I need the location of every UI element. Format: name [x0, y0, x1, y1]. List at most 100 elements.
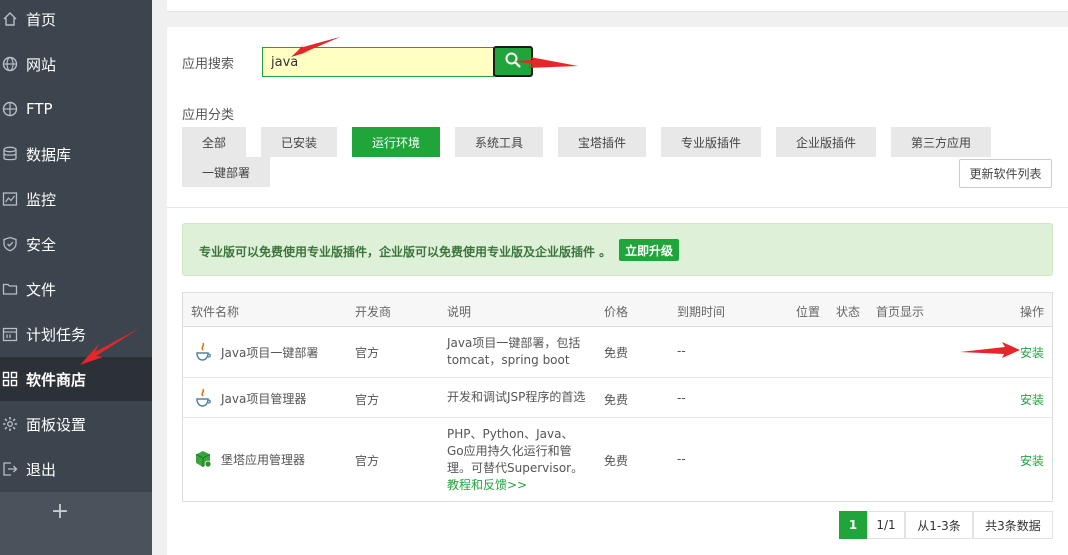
sidebar-item-label: 首页 [26, 10, 57, 29]
sidebar-item-home[interactable]: 首页 [0, 0, 152, 41]
category-bt-plugins-button[interactable]: 宝塔插件 [558, 127, 646, 157]
sidebar-item-store[interactable]: 软件商店 [0, 357, 152, 401]
app-expire: -- [677, 452, 686, 466]
top-panel [167, 0, 1068, 12]
header-action: 操作 [1019, 305, 1044, 319]
folder-icon [2, 281, 18, 297]
grid-icon [2, 371, 18, 387]
database-icon [2, 146, 18, 162]
cube-icon [193, 449, 213, 469]
category-all-button[interactable]: 全部 [182, 127, 246, 157]
sidebar-item-security[interactable]: 安全 [0, 222, 152, 266]
description-line: PHP、Python、Java、 [447, 427, 574, 441]
description-line: Java项目一键部署，包括 [447, 336, 581, 350]
description-line: 开发和调试JSP程序的首选 [447, 390, 586, 404]
category-runtime-button[interactable]: 运行环境 [352, 127, 440, 157]
app-description: 开发和调试JSP程序的首选 [447, 389, 585, 406]
upgrade-notice: 专业版可以免费使用专业版插件，企业版可以免费使用专业版及企业版插件 。 立即升级 [182, 223, 1053, 276]
header-developer: 开发商 [355, 305, 392, 319]
app-price: 免费 [604, 346, 629, 360]
header-home-display: 首页显示 [876, 305, 925, 319]
category-tools-button[interactable]: 系统工具 [455, 127, 543, 157]
page-range: 从1-3条 [905, 511, 973, 539]
monitor-icon [2, 191, 18, 207]
category-enterprise-plugins-button[interactable]: 企业版插件 [776, 127, 876, 157]
header-name[interactable]: 软件名称 [191, 303, 239, 320]
sidebar-item-label: 安全 [26, 235, 57, 254]
sidebar-item-cron[interactable]: 计划任务 [0, 312, 152, 356]
app-price: 免费 [604, 393, 629, 407]
category-label: 应用分类 [182, 108, 235, 123]
sidebar-item-label: 监控 [26, 190, 57, 209]
sidebar-item-label: FTP [26, 100, 53, 118]
sidebar-item-monitor[interactable]: 监控 [0, 177, 152, 221]
description-line: 理。可替代Supervisor。 [447, 461, 584, 475]
search-input[interactable] [262, 47, 494, 77]
app-developer: 官方 [355, 346, 380, 360]
page-total: 共3条数据 [973, 511, 1053, 539]
sidebar-item-files[interactable]: 文件 [0, 267, 152, 311]
app-expire: -- [677, 391, 686, 405]
header-price[interactable]: 价格 [604, 303, 628, 320]
search-icon [504, 51, 522, 72]
app-developer: 官方 [355, 454, 380, 468]
app-developer: 官方 [355, 393, 380, 407]
search-label: 应用搜索 [182, 57, 235, 72]
sidebar-item-label: 数据库 [26, 145, 72, 164]
java-icon [193, 388, 213, 408]
ftp-icon [2, 101, 18, 117]
app-description: PHP、Python、Java、 Go应用持久化运行和管 理。可替代Superv… [447, 426, 583, 494]
header-description: 说明 [447, 305, 472, 319]
shield-icon [2, 236, 18, 252]
table-row: 堡塔应用管理器 官方 PHP、Python、Java、 Go应用持久化运行和管 … [183, 418, 1052, 501]
page-count: 1/1 [867, 511, 905, 539]
table-header: 软件名称 开发商 说明 价格 到期时间 位置 状态 首页显示 操作 [183, 293, 1052, 327]
header-expire: 到期时间 [677, 305, 726, 319]
install-link[interactable]: 安装 [1020, 391, 1044, 408]
category-one-click-deploy-button[interactable]: 一键部署 [182, 157, 270, 187]
software-table: 软件名称 开发商 说明 价格 到期时间 位置 状态 首页显示 操作 Java项目… [182, 292, 1053, 502]
install-link[interactable]: 安装 [1020, 452, 1044, 469]
add-button[interactable]: + [50, 500, 70, 524]
install-link[interactable]: 安装 [1020, 344, 1044, 361]
sidebar-item-ftp[interactable]: FTP [0, 87, 152, 131]
sidebar-item-label: 软件商店 [26, 370, 87, 389]
description-line: Go应用持久化运行和管 [447, 444, 572, 458]
logout-icon [2, 461, 18, 477]
description-line: tomcat，spring boot [447, 353, 570, 367]
table-row: Java项目管理器 官方 开发和调试JSP程序的首选 免费 -- 安装 [183, 378, 1052, 418]
sidebar-item-logout[interactable]: 退出 [0, 447, 152, 491]
search-button[interactable] [493, 46, 533, 77]
app-price: 免费 [604, 454, 629, 468]
calendar-icon [2, 326, 18, 342]
sidebar-item-website[interactable]: 网站 [0, 42, 152, 86]
app-expire: -- [677, 344, 686, 358]
app-description: Java项目一键部署，包括 tomcat，spring boot [447, 335, 580, 369]
app-name: Java项目管理器 [221, 392, 307, 406]
category-third-party-button[interactable]: 第三方应用 [891, 127, 991, 157]
globe-icon [2, 56, 18, 72]
sidebar-item-label: 退出 [26, 460, 57, 479]
upgrade-now-button[interactable]: 立即升级 [619, 239, 679, 261]
category-installed-button[interactable]: 已安装 [261, 127, 337, 157]
sidebar-item-label: 网站 [26, 55, 57, 74]
divider [167, 207, 1068, 208]
tutorial-feedback-link[interactable]: 教程和反馈>> [447, 477, 583, 494]
app-name: Java项目一键部署 [221, 346, 319, 360]
sidebar-footer [0, 492, 152, 555]
header-status: 状态 [836, 305, 861, 319]
category-pro-plugins-button[interactable]: 专业版插件 [661, 127, 761, 157]
sidebar-item-label: 计划任务 [26, 325, 87, 344]
sidebar-item-database[interactable]: 数据库 [0, 132, 152, 176]
page-current-button[interactable]: 1 [839, 511, 867, 539]
header-location: 位置 [796, 305, 821, 319]
sidebar-item-label: 面板设置 [26, 415, 87, 434]
app-name: 堡塔应用管理器 [221, 453, 306, 467]
gear-icon [2, 416, 18, 432]
notice-text: 专业版可以免费使用专业版插件，企业版可以免费使用专业版及企业版插件 。 [199, 245, 612, 259]
java-icon [193, 342, 213, 362]
table-row: Java项目一键部署 官方 Java项目一键部署，包括 tomcat，sprin… [183, 327, 1052, 378]
update-software-list-button[interactable]: 更新软件列表 [959, 159, 1052, 188]
home-icon [2, 11, 18, 27]
sidebar-item-settings[interactable]: 面板设置 [0, 402, 152, 446]
